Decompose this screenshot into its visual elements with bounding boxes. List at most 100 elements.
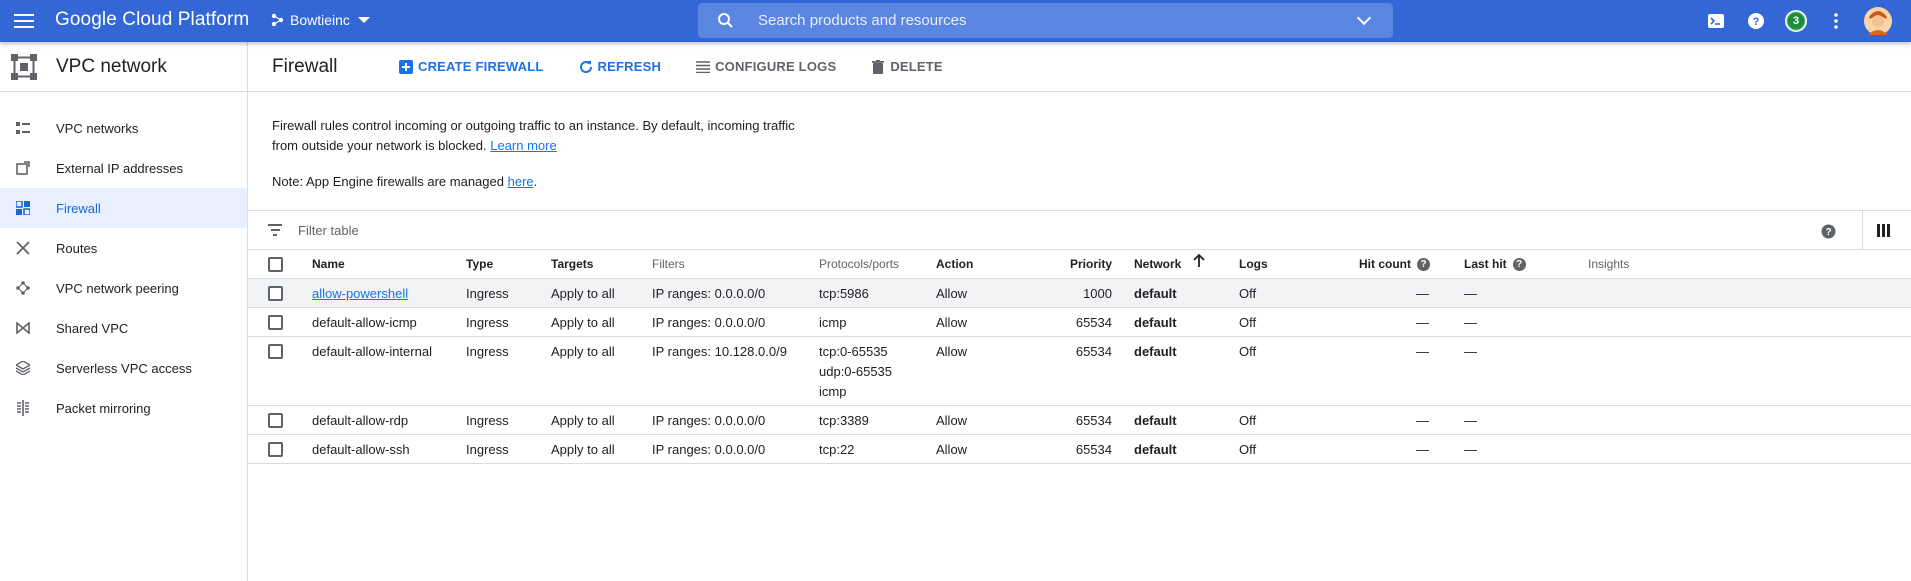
rule-action: Allow	[936, 344, 968, 359]
col-last-hit[interactable]: Last hit?	[1464, 250, 1526, 279]
column-display-icon[interactable]	[1862, 211, 1890, 249]
delete-label: DELETE	[890, 59, 943, 74]
col-network-label: Network	[1134, 257, 1182, 271]
table-row[interactable]: default-allow-ssh Ingress Apply to all IP r…	[248, 435, 1911, 464]
col-logs[interactable]: Logs	[1239, 250, 1268, 279]
rule-name[interactable]: allow-powershell	[312, 279, 408, 308]
create-firewall-label: CREATE FIREWALL	[418, 59, 544, 74]
routes-icon	[0, 241, 56, 255]
configure-logs-button[interactable]: CONFIGURE LOGS	[695, 59, 836, 75]
sidebar-item-external-ip[interactable]: External IP addresses	[0, 148, 247, 188]
rule-last-hit: —	[1464, 315, 1477, 330]
top-bar: Google Cloud Platform Bowtieinc ? 3	[0, 0, 1911, 42]
note-text: Note: App Engine firewalls are managed	[272, 174, 504, 189]
sidebar-item-packet-mirroring[interactable]: Packet mirroring	[0, 388, 247, 428]
filter-icon[interactable]	[268, 224, 282, 236]
rule-type: Ingress	[466, 413, 509, 428]
more-vert-icon[interactable]	[1825, 10, 1847, 32]
expand-search-icon[interactable]	[1356, 10, 1372, 25]
project-name: Bowtieinc	[290, 12, 350, 28]
table-row[interactable]: default-allow-internal Ingress Apply to al…	[248, 337, 1911, 406]
rule-last-hit: —	[1464, 413, 1477, 428]
sidebar-item-firewall[interactable]: Firewall	[0, 188, 247, 228]
cloud-shell-icon[interactable]	[1705, 10, 1727, 32]
delete-button[interactable]: DELETE	[870, 59, 943, 75]
rule-protocols: tcp:0-65535 udp:0-65535 icmp	[819, 337, 892, 402]
project-selector[interactable]: Bowtieinc	[270, 12, 370, 28]
filter-input[interactable]	[298, 222, 698, 238]
rule-action: Allow	[936, 413, 968, 428]
col-priority[interactable]: Priority	[1028, 250, 1112, 279]
table-help-icon[interactable]: ?	[1821, 224, 1836, 244]
serverless-icon	[0, 361, 56, 375]
search-bar[interactable]	[698, 3, 1393, 38]
learn-more-link[interactable]: Learn more	[490, 138, 556, 153]
col-hit-count[interactable]: Hit count?	[1359, 250, 1430, 279]
help-icon[interactable]: ?	[1512, 258, 1526, 272]
sidebar-item-vpc-network-peering[interactable]: VPC network peering	[0, 268, 247, 308]
list-icon	[695, 59, 711, 75]
rule-network[interactable]: default	[1134, 337, 1177, 366]
row-checkbox-cell	[268, 279, 283, 301]
info-section: Firewall rules control incoming or outgo…	[248, 92, 1911, 192]
table-row[interactable]: allow-powershell Ingress Apply to all IP ra…	[248, 279, 1911, 308]
rule-name[interactable]: default-allow-ssh	[312, 435, 410, 464]
rule-name[interactable]: default-allow-icmp	[312, 308, 417, 337]
rule-network[interactable]: default	[1134, 435, 1177, 464]
col-name[interactable]: Name	[312, 250, 345, 279]
protocol-entry: tcp:5986	[819, 286, 869, 301]
row-checkbox-cell	[268, 406, 283, 428]
rule-filters: IP ranges: 0.0.0.0/0	[652, 413, 766, 428]
rule-network[interactable]: default	[1134, 279, 1177, 308]
create-firewall-button[interactable]: CREATE FIREWALL	[398, 59, 544, 75]
row-checkbox[interactable]	[268, 315, 283, 330]
rule-name[interactable]: default-allow-rdp	[312, 406, 408, 435]
note-paragraph: Note: App Engine firewalls are managed h…	[272, 172, 812, 192]
notifications-badge[interactable]: 3	[1784, 9, 1808, 33]
rule-logs: Off	[1239, 442, 1257, 457]
help-icon[interactable]: ?	[1745, 10, 1767, 32]
help-icon[interactable]: ?	[1417, 258, 1430, 272]
row-checkbox[interactable]	[268, 442, 283, 457]
col-protocols: Protocols/ports	[819, 257, 900, 271]
rule-network[interactable]: default	[1134, 406, 1177, 435]
avatar[interactable]	[1864, 7, 1892, 35]
row-checkbox[interactable]	[268, 413, 283, 428]
sidebar-item-label: Shared VPC	[56, 320, 129, 336]
sidebar-item-routes[interactable]: Routes	[0, 228, 247, 268]
rule-protocols: icmp	[819, 308, 846, 333]
refresh-button[interactable]: REFRESH	[578, 59, 662, 75]
rule-protocols: tcp:22	[819, 435, 854, 460]
col-action[interactable]: Action	[936, 250, 973, 279]
col-insights: Insights	[1588, 257, 1630, 271]
brand-title[interactable]: Google Cloud Platform	[55, 9, 249, 31]
row-checkbox[interactable]	[268, 344, 283, 359]
col-type[interactable]: Type	[466, 250, 493, 279]
rule-network[interactable]: default	[1134, 308, 1177, 337]
rule-name[interactable]: default-allow-internal	[312, 337, 432, 366]
add-box-icon	[398, 59, 414, 75]
main-menu-icon[interactable]	[14, 11, 34, 31]
table-row[interactable]: default-allow-icmp Ingress Apply to all IP …	[248, 308, 1911, 337]
row-checkbox[interactable]	[268, 286, 283, 301]
rule-priority: 65534	[1075, 315, 1112, 330]
sidebar-item-vpc-networks[interactable]: VPC networks	[0, 108, 247, 148]
select-all-checkbox[interactable]	[268, 257, 283, 272]
shared-vpc-icon	[0, 322, 56, 334]
rule-logs: Off	[1239, 413, 1257, 428]
sidebar-item-serverless-vpc-access[interactable]: Serverless VPC access	[0, 348, 247, 388]
refresh-label: REFRESH	[597, 59, 662, 74]
col-targets[interactable]: Targets	[551, 250, 593, 279]
sidebar-item-shared-vpc[interactable]: Shared VPC	[0, 308, 247, 348]
here-link[interactable]: here	[508, 174, 534, 189]
rule-filters: IP ranges: 0.0.0.0/0	[652, 315, 766, 330]
firewall-icon	[0, 201, 56, 215]
search-input[interactable]	[752, 12, 1359, 29]
col-network[interactable]: Network	[1134, 250, 1205, 279]
filter-bar: ?	[248, 210, 1911, 250]
rule-protocols: tcp:3389	[819, 406, 869, 431]
table-row[interactable]: default-allow-rdp Ingress Apply to all IP r…	[248, 406, 1911, 435]
main-content: Firewall CREATE FIREWALL REFRESH CONFIGU…	[248, 42, 1911, 581]
rule-hit-count: —	[1416, 413, 1429, 428]
vpc-network-logo-icon	[10, 53, 38, 81]
